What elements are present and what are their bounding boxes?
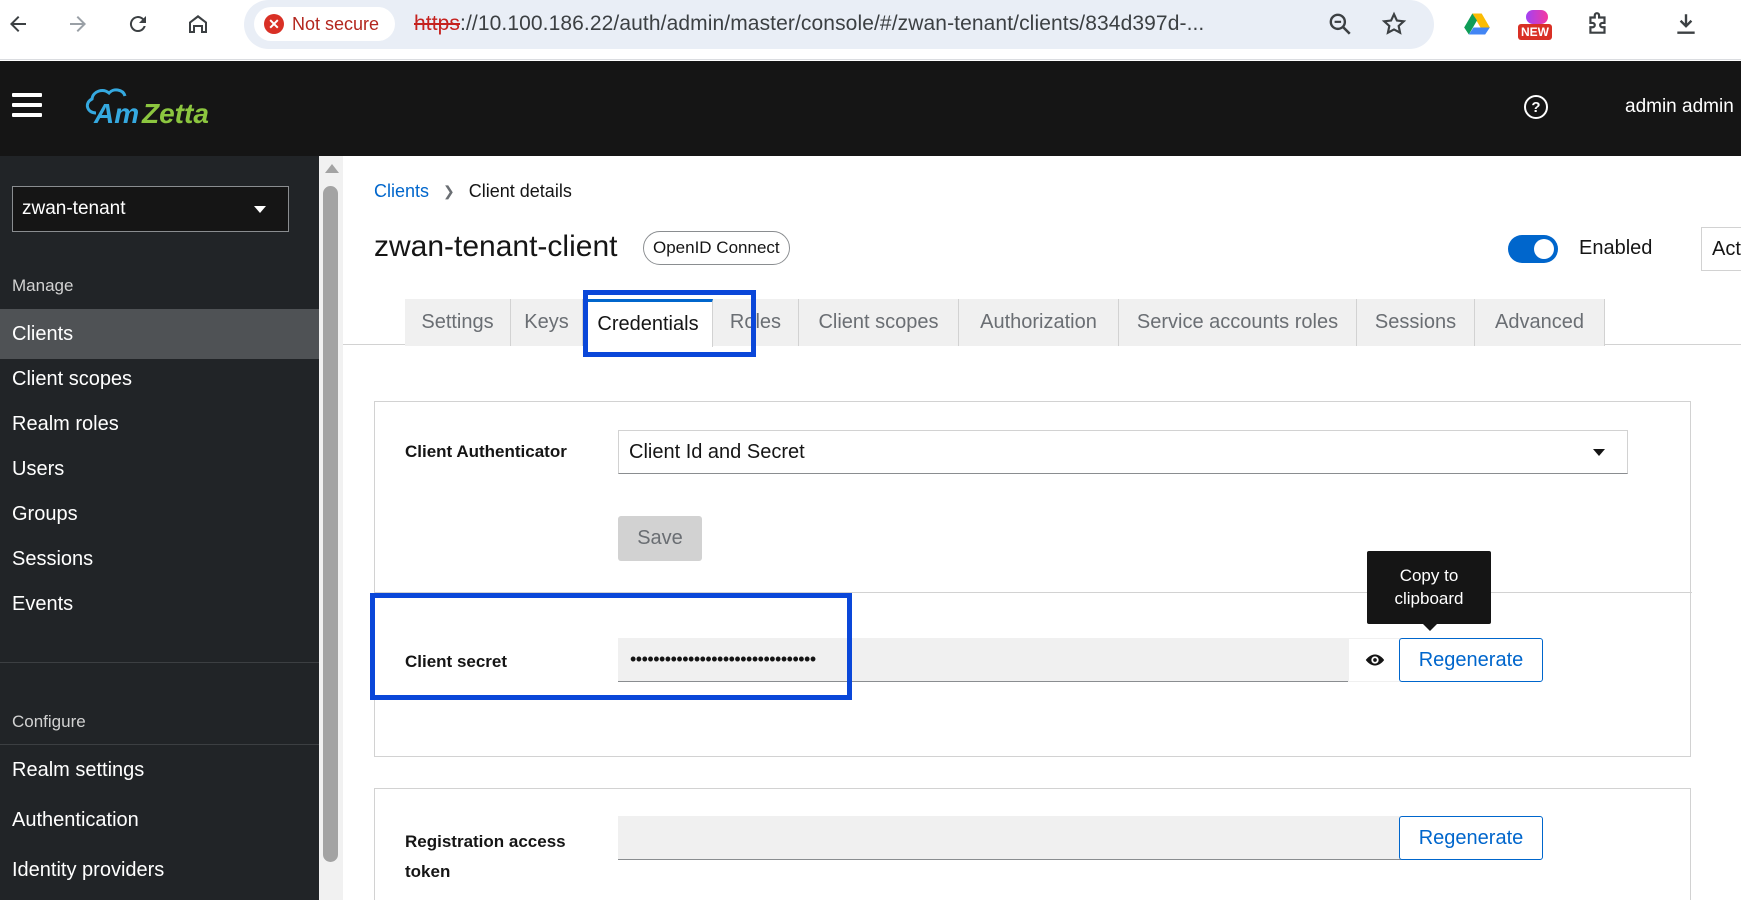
scroll-up-arrow-icon[interactable]: [325, 164, 339, 173]
sidebar-item-realm-settings[interactable]: Realm settings: [0, 745, 319, 795]
tooltip-line-1: Copy to: [1399, 566, 1459, 585]
url-rest: ://10.100.186.22/auth/admin/master/conso…: [460, 12, 1205, 35]
security-label: Not secure: [292, 13, 380, 34]
app-header: Am Zetta ? admin admin: [0, 61, 1741, 156]
tab-client-scopes[interactable]: Client scopes: [799, 299, 959, 346]
client-authenticator-value: Client Id and Secret: [629, 440, 805, 463]
sidebar-item-sessions[interactable]: Sessions: [0, 534, 319, 584]
help-icon[interactable]: ?: [1524, 95, 1548, 119]
main-content: Clients ❯ Client details zwan-tenant-cli…: [343, 156, 1741, 900]
nav-section-manage: Manage: [12, 276, 74, 295]
save-button[interactable]: Save: [618, 516, 702, 561]
toggle-knob: [1534, 239, 1554, 259]
realm-selector[interactable]: zwan-tenant: [12, 186, 289, 232]
tab-authorization[interactable]: Authorization: [959, 299, 1119, 346]
tab-credentials[interactable]: Credentials: [583, 299, 713, 347]
arrow-right-icon: [70, 16, 86, 32]
sidebar-item-groups[interactable]: Groups: [0, 489, 319, 539]
regenerate-token-button[interactable]: Regenerate: [1399, 816, 1543, 860]
sidebar-item-identity-providers[interactable]: Identity providers: [0, 845, 319, 895]
caret-down-icon: [254, 206, 266, 213]
eye-icon: [1365, 654, 1385, 666]
user-menu[interactable]: admin admin: [1625, 96, 1734, 118]
registration-token-label-line-1: Registration access: [405, 832, 566, 851]
address-bar[interactable]: ✕ Not secure https://10.100.186.22/auth/…: [244, 0, 1434, 49]
sidebar-item-events[interactable]: Events: [0, 579, 319, 629]
hamburger-menu-icon[interactable]: [12, 93, 42, 121]
sidebar-item-users[interactable]: Users: [0, 444, 319, 494]
enabled-toggle[interactable]: [1508, 235, 1558, 263]
google-drive-icon[interactable]: [1459, 6, 1495, 42]
tooltip-arrow: [1423, 624, 1437, 631]
svg-text:Zetta: Zetta: [141, 98, 209, 129]
client-authenticator-label: Client Authenticator: [405, 442, 567, 461]
tab-sessions[interactable]: Sessions: [1357, 299, 1475, 346]
breadcrumb: Clients ❯ Client details: [374, 181, 572, 202]
puzzle-icon[interactable]: [1580, 6, 1616, 42]
not-secure-icon: ✕: [264, 14, 284, 34]
sidebar: zwan-tenant Manage Clients Client scopes…: [0, 156, 319, 900]
home-button[interactable]: [180, 6, 216, 42]
sidebar-scrollbar[interactable]: [319, 156, 343, 900]
extension-icon: [1526, 10, 1548, 24]
tab-keys[interactable]: Keys: [511, 299, 583, 346]
sidebar-item-client-scopes[interactable]: Client scopes: [0, 354, 319, 404]
copy-tooltip: Copy to clipboard: [1367, 551, 1491, 631]
show-secret-button[interactable]: [1348, 638, 1402, 682]
tooltip-line-2: clipboard: [1394, 589, 1464, 608]
realm-name: zwan-tenant: [22, 198, 126, 219]
tab-settings[interactable]: Settings: [405, 299, 511, 346]
nav-divider: [0, 662, 319, 663]
breadcrumb-current: Client details: [468, 181, 572, 201]
zoom-icon[interactable]: [1326, 10, 1354, 38]
home-icon: [189, 15, 207, 33]
breadcrumb-clients-link[interactable]: Clients: [374, 181, 429, 202]
new-badge-label: NEW: [1518, 24, 1552, 40]
sidebar-item-clients[interactable]: Clients: [0, 309, 319, 359]
client-authenticator-select[interactable]: Client Id and Secret: [618, 430, 1628, 474]
security-chip[interactable]: ✕ Not secure: [254, 7, 396, 41]
page-title: zwan-tenant-client: [374, 230, 618, 263]
extension-new-badge[interactable]: NEW: [1518, 6, 1558, 46]
download-icon[interactable]: [1668, 6, 1704, 42]
reload-button[interactable]: [120, 6, 156, 42]
credentials-card: Client Authenticator Client Id and Secre…: [374, 401, 1692, 757]
chevron-right-icon: ❯: [443, 183, 455, 199]
star-icon[interactable]: [1380, 10, 1408, 38]
tab-roles[interactable]: Roles: [713, 299, 799, 346]
action-dropdown[interactable]: Act: [1701, 227, 1741, 271]
sidebar-item-realm-roles[interactable]: Realm roles: [0, 399, 319, 449]
forward-button[interactable]: [60, 6, 96, 42]
reload-icon: [129, 16, 146, 33]
card-divider: [375, 592, 1692, 593]
sidebar-item-authentication[interactable]: Authentication: [0, 795, 319, 845]
browser-toolbar: ✕ Not secure https://10.100.186.22/auth/…: [0, 0, 1741, 60]
nav-section-configure: Configure: [12, 712, 86, 731]
arrow-left-icon: [10, 16, 26, 32]
enabled-label: Enabled: [1579, 237, 1653, 259]
client-secret-label: Client secret: [405, 652, 508, 671]
registration-token-card: Registration access token Regenerate: [374, 788, 1691, 900]
caret-down-icon: [1593, 449, 1605, 456]
registration-token-label: Registration access token: [405, 827, 566, 887]
tab-advanced[interactable]: Advanced: [1475, 299, 1605, 346]
svg-text:Am: Am: [93, 98, 139, 129]
protocol-badge: OpenID Connect: [643, 231, 790, 265]
regenerate-secret-button[interactable]: Regenerate: [1399, 638, 1543, 682]
back-button[interactable]: [0, 6, 36, 42]
scroll-thumb[interactable]: [323, 186, 338, 862]
tab-service-accounts-roles[interactable]: Service accounts roles: [1119, 299, 1357, 346]
url-text[interactable]: https://10.100.186.22/auth/admin/master/…: [414, 12, 1204, 36]
amzetta-logo: Am Zetta: [76, 83, 216, 133]
url-scheme: https: [414, 12, 461, 35]
registration-token-label-line-2: token: [405, 862, 451, 881]
registration-token-input[interactable]: [618, 816, 1402, 860]
client-secret-input[interactable]: ••••••••••••••••••••••••••••••••: [618, 638, 1348, 682]
